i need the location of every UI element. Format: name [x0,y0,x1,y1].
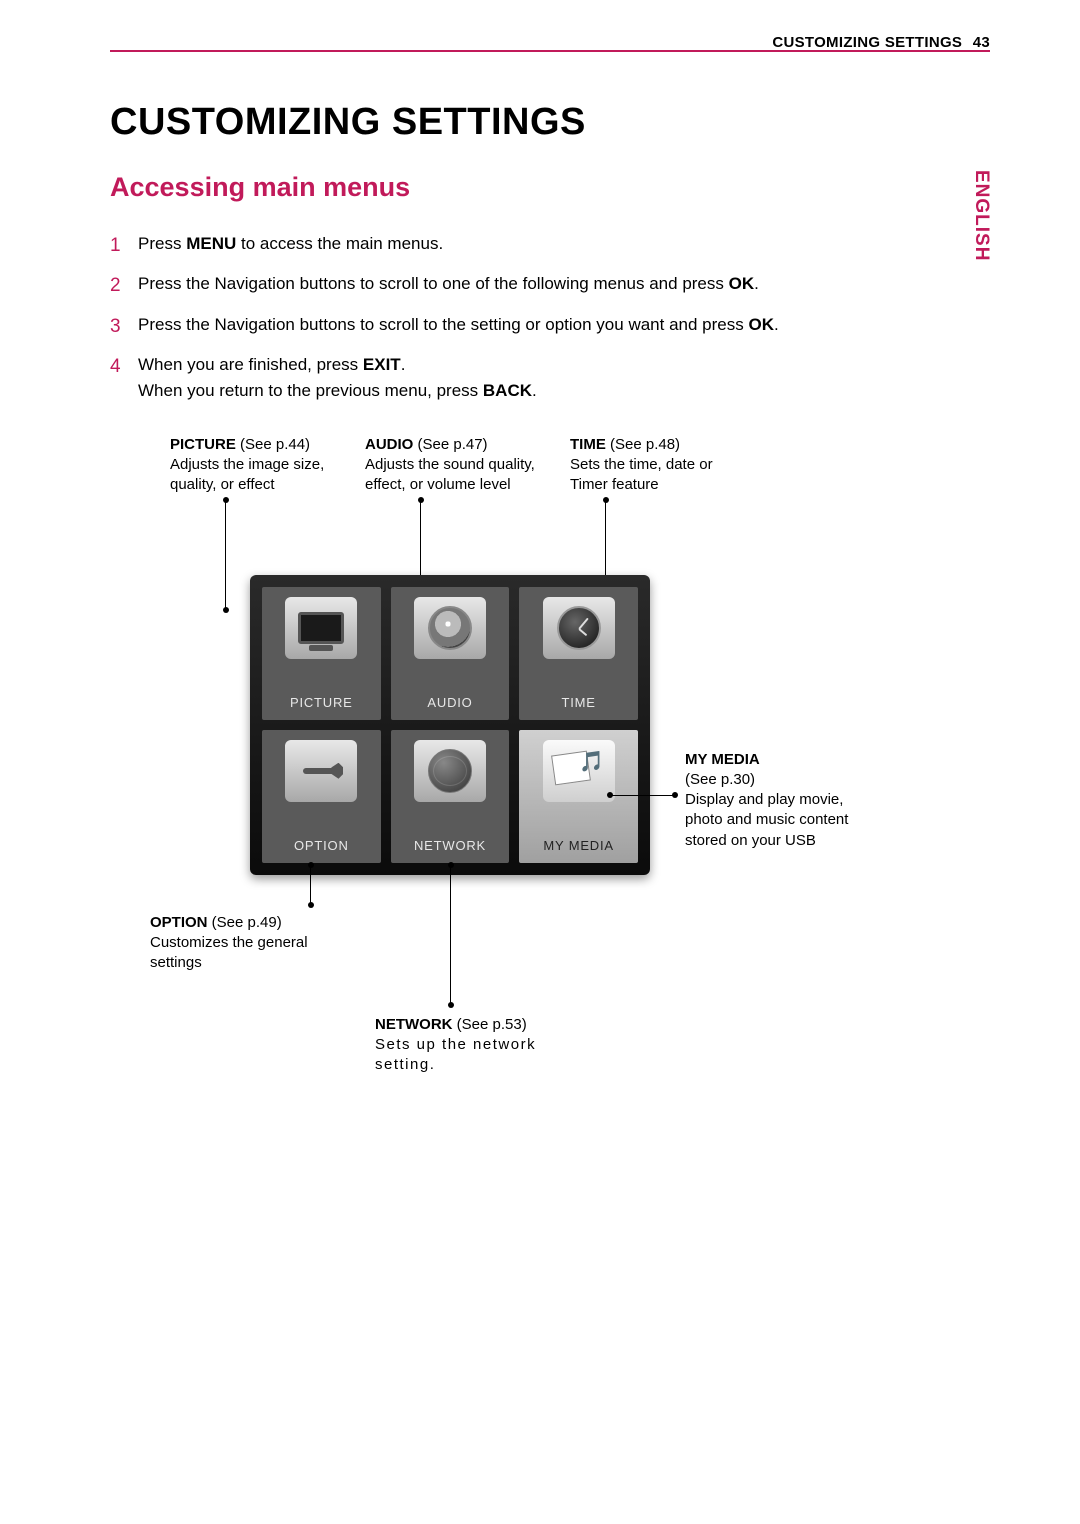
callout-mymedia: MY MEDIA (See p.30) Display and play mov… [685,750,860,851]
section-title: Accessing main menus [110,172,990,203]
running-head: CUSTOMIZING SETTINGS 43 [110,34,990,51]
step-4: When you are finished, press EXIT. When … [110,352,990,405]
globe-icon [414,740,486,802]
callout-picture: PICTURE (See p.44) Adjusts the image siz… [170,435,350,496]
menu-cell-audio: AUDIO [391,587,510,720]
step-2: Press the Navigation buttons to scroll t… [110,271,990,297]
leader-picture [225,500,226,610]
wrench-icon [285,740,357,802]
callout-audio: AUDIO (See p.47) Adjusts the sound quali… [365,435,555,496]
menu-diagram: PICTURE (See p.44) Adjusts the image siz… [150,495,890,1175]
step-3: Press the Navigation buttons to scroll t… [110,312,990,338]
leader-option [310,865,311,905]
leader-network [450,865,451,1005]
running-head-label: CUSTOMIZING SETTINGS [772,34,962,51]
clock-icon [543,597,615,659]
leader-mymedia [610,795,675,796]
menu-cell-option: OPTION [262,730,381,863]
steps-list: Press MENU to access the main menus. Pre… [110,231,990,405]
monitor-icon [285,597,357,659]
callout-network: NETWORK (See p.53) Sets up the network s… [375,1015,575,1076]
speaker-icon [414,597,486,659]
tv-panel: PICTURE AUDIO TIME OPTION NETWORK [250,575,650,875]
callout-option: OPTION (See p.49) Customizes the general… [150,913,350,974]
menu-cell-time: TIME [519,587,638,720]
menu-cell-picture: PICTURE [262,587,381,720]
media-icon [543,740,615,802]
menu-cell-mymedia: MY MEDIA [519,730,638,863]
page-title: CUSTOMIZING SETTINGS [110,101,990,144]
running-head-page: 43 [973,34,990,51]
step-1: Press MENU to access the main menus. [110,231,990,257]
menu-cell-network: NETWORK [391,730,510,863]
callout-time: TIME (See p.48) Sets the time, date or T… [570,435,740,496]
